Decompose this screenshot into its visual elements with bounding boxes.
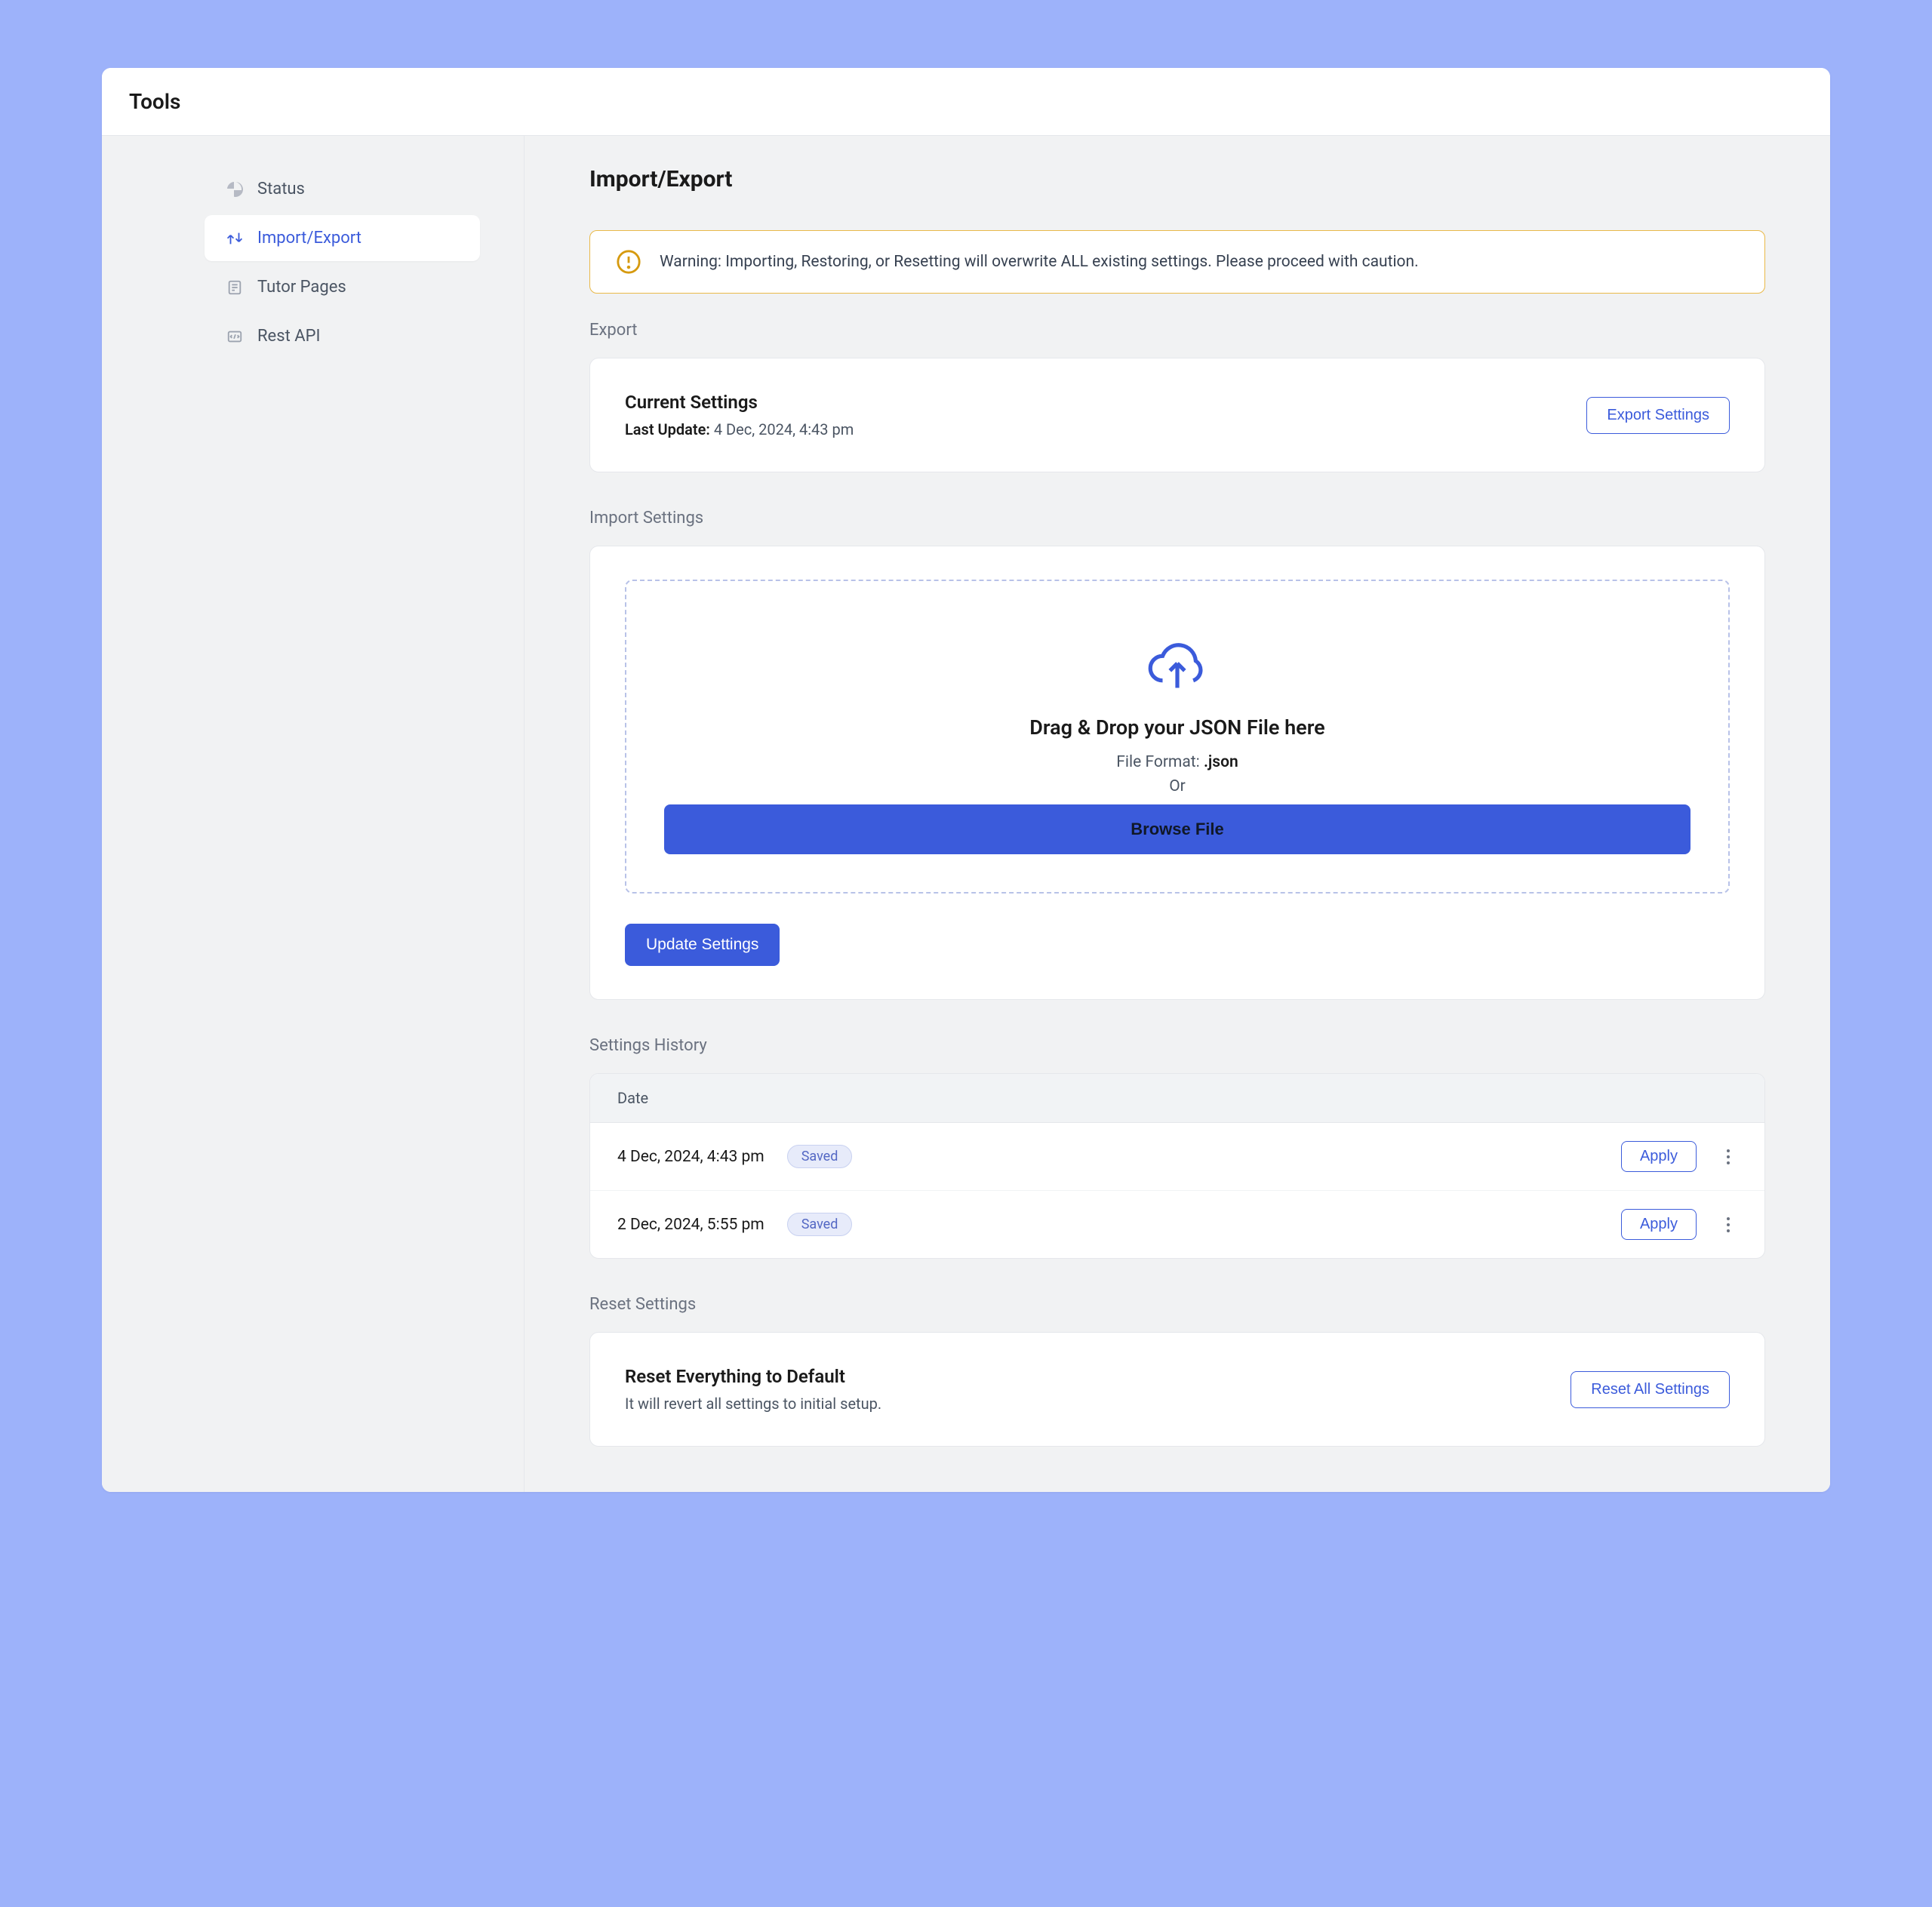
history-header: Date (590, 1074, 1764, 1123)
sidebar-item-label: Tutor Pages (257, 278, 346, 297)
export-card: Current Settings Last Update: 4 Dec, 202… (589, 358, 1765, 472)
last-update-label: Last Update: (625, 420, 710, 438)
status-badge: Saved (787, 1213, 853, 1236)
dot-icon (1727, 1217, 1730, 1220)
pie-chart-icon (226, 180, 244, 198)
history-date: 2 Dec, 2024, 5:55 pm (617, 1216, 764, 1234)
history-section-title: Settings History (589, 1036, 1765, 1055)
warning-text: Warning: Importing, Restoring, or Resett… (660, 253, 1419, 271)
sidebar: Status Import/Export Tutor Pages Rest AP… (102, 136, 525, 1492)
history-date: 4 Dec, 2024, 4:43 pm (617, 1148, 764, 1166)
history-row: 4 Dec, 2024, 4:43 pm Saved Apply (590, 1123, 1764, 1191)
sidebar-item-import-export[interactable]: Import/Export (205, 215, 480, 261)
warning-banner: Warning: Importing, Restoring, or Resett… (589, 230, 1765, 294)
export-info: Current Settings Last Update: 4 Dec, 202… (625, 392, 854, 438)
dropzone-or: Or (664, 777, 1690, 795)
browse-file-button[interactable]: Browse File (664, 804, 1690, 854)
update-row: Update Settings (625, 924, 1730, 966)
update-settings-button[interactable]: Update Settings (625, 924, 780, 966)
apply-button[interactable]: Apply (1621, 1141, 1697, 1172)
export-last-update: Last Update: 4 Dec, 2024, 4:43 pm (625, 420, 854, 438)
app-window: Tools Status Import/Export Tutor Pages (102, 68, 1830, 1492)
reset-card-title: Reset Everything to Default (625, 1366, 881, 1387)
apply-button[interactable]: Apply (1621, 1209, 1697, 1240)
history-left: 4 Dec, 2024, 4:43 pm Saved (617, 1145, 852, 1168)
warning-icon (616, 249, 641, 275)
main-content: Import/Export Warning: Importing, Restor… (525, 136, 1830, 1492)
sidebar-item-status[interactable]: Status (205, 166, 480, 212)
reset-all-settings-button[interactable]: Reset All Settings (1571, 1371, 1730, 1408)
app-title: Tools (129, 89, 1803, 114)
pages-icon (226, 278, 244, 297)
export-settings-button[interactable]: Export Settings (1586, 397, 1730, 434)
sidebar-item-label: Rest API (257, 327, 320, 346)
file-format-label: File Format: (1116, 753, 1199, 771)
app-header: Tools (102, 68, 1830, 136)
reset-section-title: Reset Settings (589, 1295, 1765, 1314)
dot-icon (1727, 1161, 1730, 1164)
dot-icon (1727, 1155, 1730, 1158)
dropzone[interactable]: Drag & Drop your JSON File here File For… (625, 580, 1730, 894)
history-row: 2 Dec, 2024, 5:55 pm Saved Apply (590, 1191, 1764, 1258)
file-format-value: .json (1204, 753, 1238, 771)
export-row: Current Settings Last Update: 4 Dec, 202… (625, 392, 1730, 438)
history-left: 2 Dec, 2024, 5:55 pm Saved (617, 1213, 852, 1236)
dot-icon (1727, 1223, 1730, 1226)
status-badge: Saved (787, 1145, 853, 1168)
app-body: Status Import/Export Tutor Pages Rest AP… (102, 136, 1830, 1492)
api-icon (226, 328, 244, 346)
export-card-title: Current Settings (625, 392, 854, 413)
page-title: Import/Export (589, 166, 1765, 192)
last-update-value: 4 Dec, 2024, 4:43 pm (714, 420, 854, 438)
import-section-title: Import Settings (589, 509, 1765, 528)
reset-info: Reset Everything to Default It will reve… (625, 1366, 881, 1413)
sidebar-item-tutor-pages[interactable]: Tutor Pages (205, 264, 480, 310)
reset-card-sub: It will revert all settings to initial s… (625, 1395, 881, 1413)
reset-card: Reset Everything to Default It will reve… (589, 1332, 1765, 1447)
history-column-date: Date (617, 1089, 648, 1107)
dropzone-file-format: File Format: .json (664, 753, 1690, 771)
history-right: Apply (1621, 1209, 1737, 1240)
swap-arrows-icon (226, 229, 244, 248)
export-section-title: Export (589, 321, 1765, 340)
history-card: Date 4 Dec, 2024, 4:43 pm Saved Apply (589, 1073, 1765, 1259)
sidebar-item-label: Import/Export (257, 229, 361, 248)
dot-icon (1727, 1229, 1730, 1232)
more-options-button[interactable] (1719, 1213, 1737, 1237)
cloud-upload-icon (1148, 634, 1207, 693)
reset-row: Reset Everything to Default It will reve… (625, 1366, 1730, 1413)
dot-icon (1727, 1149, 1730, 1152)
import-card: Drag & Drop your JSON File here File For… (589, 546, 1765, 1000)
history-right: Apply (1621, 1141, 1737, 1172)
more-options-button[interactable] (1719, 1145, 1737, 1169)
sidebar-item-label: Status (257, 180, 305, 198)
dropzone-title: Drag & Drop your JSON File here (664, 715, 1690, 740)
sidebar-item-rest-api[interactable]: Rest API (205, 313, 480, 359)
